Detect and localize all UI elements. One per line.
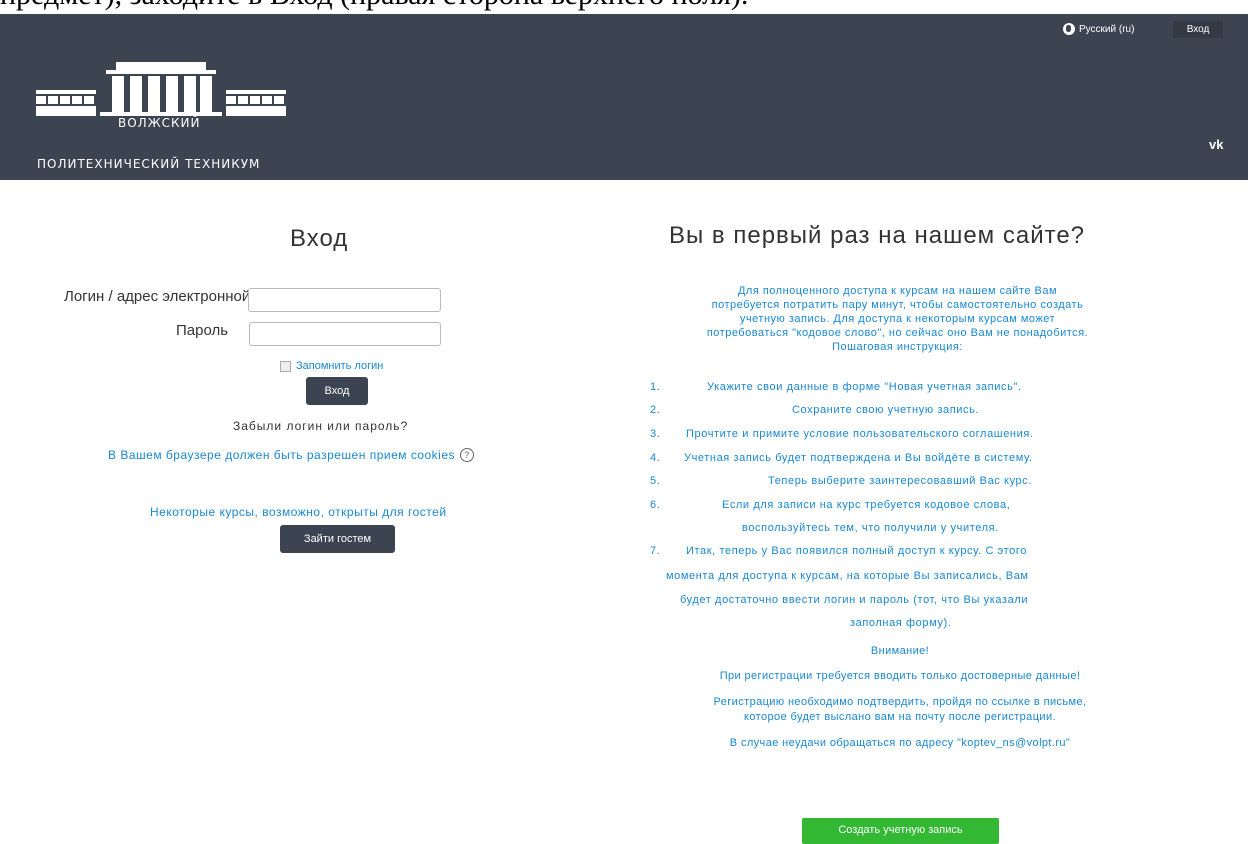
username-input[interactable] xyxy=(248,288,441,312)
cookies-text: В Вашем браузере должен быть разрешен пр… xyxy=(108,448,456,462)
step-text: Укажите свои данные в форме "Новая учетн… xyxy=(707,381,1022,393)
support-email-note: В случае неудачи обращаться по адресу "k… xyxy=(729,737,1071,749)
step-text: Прочтите и примите условие пользовательс… xyxy=(686,428,1034,440)
step-text: Учетная запись будет подтверждена и Вы в… xyxy=(684,452,1033,464)
globe-icon xyxy=(1063,23,1075,35)
signup-intro: Для полноценного доступа к курсам на наш… xyxy=(630,284,1165,354)
step-text: Теперь выберите заинтересовавший Вас кур… xyxy=(768,475,1033,487)
step-number: 4. xyxy=(650,452,661,464)
step-text: Итак, теперь у Вас появился полный досту… xyxy=(686,545,1027,557)
remember-login[interactable]: Запомнить логин xyxy=(280,360,383,372)
username-label: Логин / адрес электронной почты xyxy=(64,288,248,305)
step-number: 1. xyxy=(650,381,661,393)
top-navbar: Русский (ru) Вход xyxy=(0,14,1248,46)
step-text: Если для записи на курс требуется кодово… xyxy=(722,499,1011,511)
step-number: 6. xyxy=(650,499,661,511)
note-confirm-email: Регистрацию необходимо подтвердить, прой… xyxy=(713,696,1087,708)
help-icon[interactable]: ? xyxy=(460,448,475,462)
intro-line: Пошаговая инструкция: xyxy=(832,341,963,353)
logo-text-line1: ВОЛЖСКИЙ xyxy=(118,116,201,130)
intro-line: Для полноценного доступа к курсам на наш… xyxy=(737,285,1058,297)
step-text: момента для доступа к курсам, на которые… xyxy=(666,570,1029,582)
remember-checkbox[interactable] xyxy=(280,360,291,372)
step-number: 2. xyxy=(650,404,661,416)
intro-line: потребуется потратить пару минут, чтобы … xyxy=(711,299,1084,311)
forgot-password-link[interactable]: Забыли логин или пароль? xyxy=(233,419,408,433)
step-text: Сохраните свою учетную запись. xyxy=(792,404,980,416)
login-title: Вход xyxy=(290,225,349,252)
step-text: заполная форму). xyxy=(850,617,952,629)
cookies-notice: В Вашем браузере должен быть разрешен пр… xyxy=(108,448,475,462)
guests-notice: Некоторые курсы, возможно, открыты для г… xyxy=(150,505,447,519)
guest-login-button[interactable]: Зайти гостем xyxy=(280,525,395,553)
step-number: 3. xyxy=(650,428,661,440)
step-number: 7. xyxy=(650,545,661,557)
language-menu[interactable]: Русский (ru) xyxy=(1063,23,1134,35)
intro-line: потребоваться "кодовое слово", но сейчас… xyxy=(706,327,1089,339)
step-text: будет достаточно ввести логин и пароль (… xyxy=(680,594,1029,606)
college-logo xyxy=(36,62,286,116)
remember-label: Запомнить логин xyxy=(296,360,384,372)
logo-text-line2: ПОЛИТЕХНИЧЕСКИЙ ТЕХНИКУМ xyxy=(37,157,261,171)
header-login-link[interactable]: Вход xyxy=(1173,21,1223,38)
create-account-button[interactable]: Создать учетную запись xyxy=(802,818,999,844)
attention-label: Внимание! xyxy=(870,645,930,657)
language-label: Русский (ru) xyxy=(1079,23,1135,35)
signup-title: Вы в первый раз на нашем сайте? xyxy=(669,222,1086,249)
note-confirm-email-2: которое будет выслано вам на почту после… xyxy=(744,711,1056,723)
step-text: воспользуйтесь тем, что получили у учите… xyxy=(742,522,999,534)
note-truthful-data: При регистрации требуется вводить только… xyxy=(719,670,1081,682)
vk-icon[interactable]: vk xyxy=(1209,137,1223,152)
password-label: Пароль xyxy=(176,322,229,339)
document-crop-text: предмет), заходите в Вход (правая сторон… xyxy=(0,0,748,12)
intro-line: учетную запись. Для доступа к некоторым … xyxy=(739,313,1056,325)
login-button[interactable]: Вход xyxy=(306,377,368,405)
step-number: 5. xyxy=(650,475,661,487)
site-header: ВОЛЖСКИЙ ПОЛИТЕХНИЧЕСКИЙ ТЕХНИКУМ vk xyxy=(0,46,1248,180)
password-input[interactable] xyxy=(249,322,441,346)
